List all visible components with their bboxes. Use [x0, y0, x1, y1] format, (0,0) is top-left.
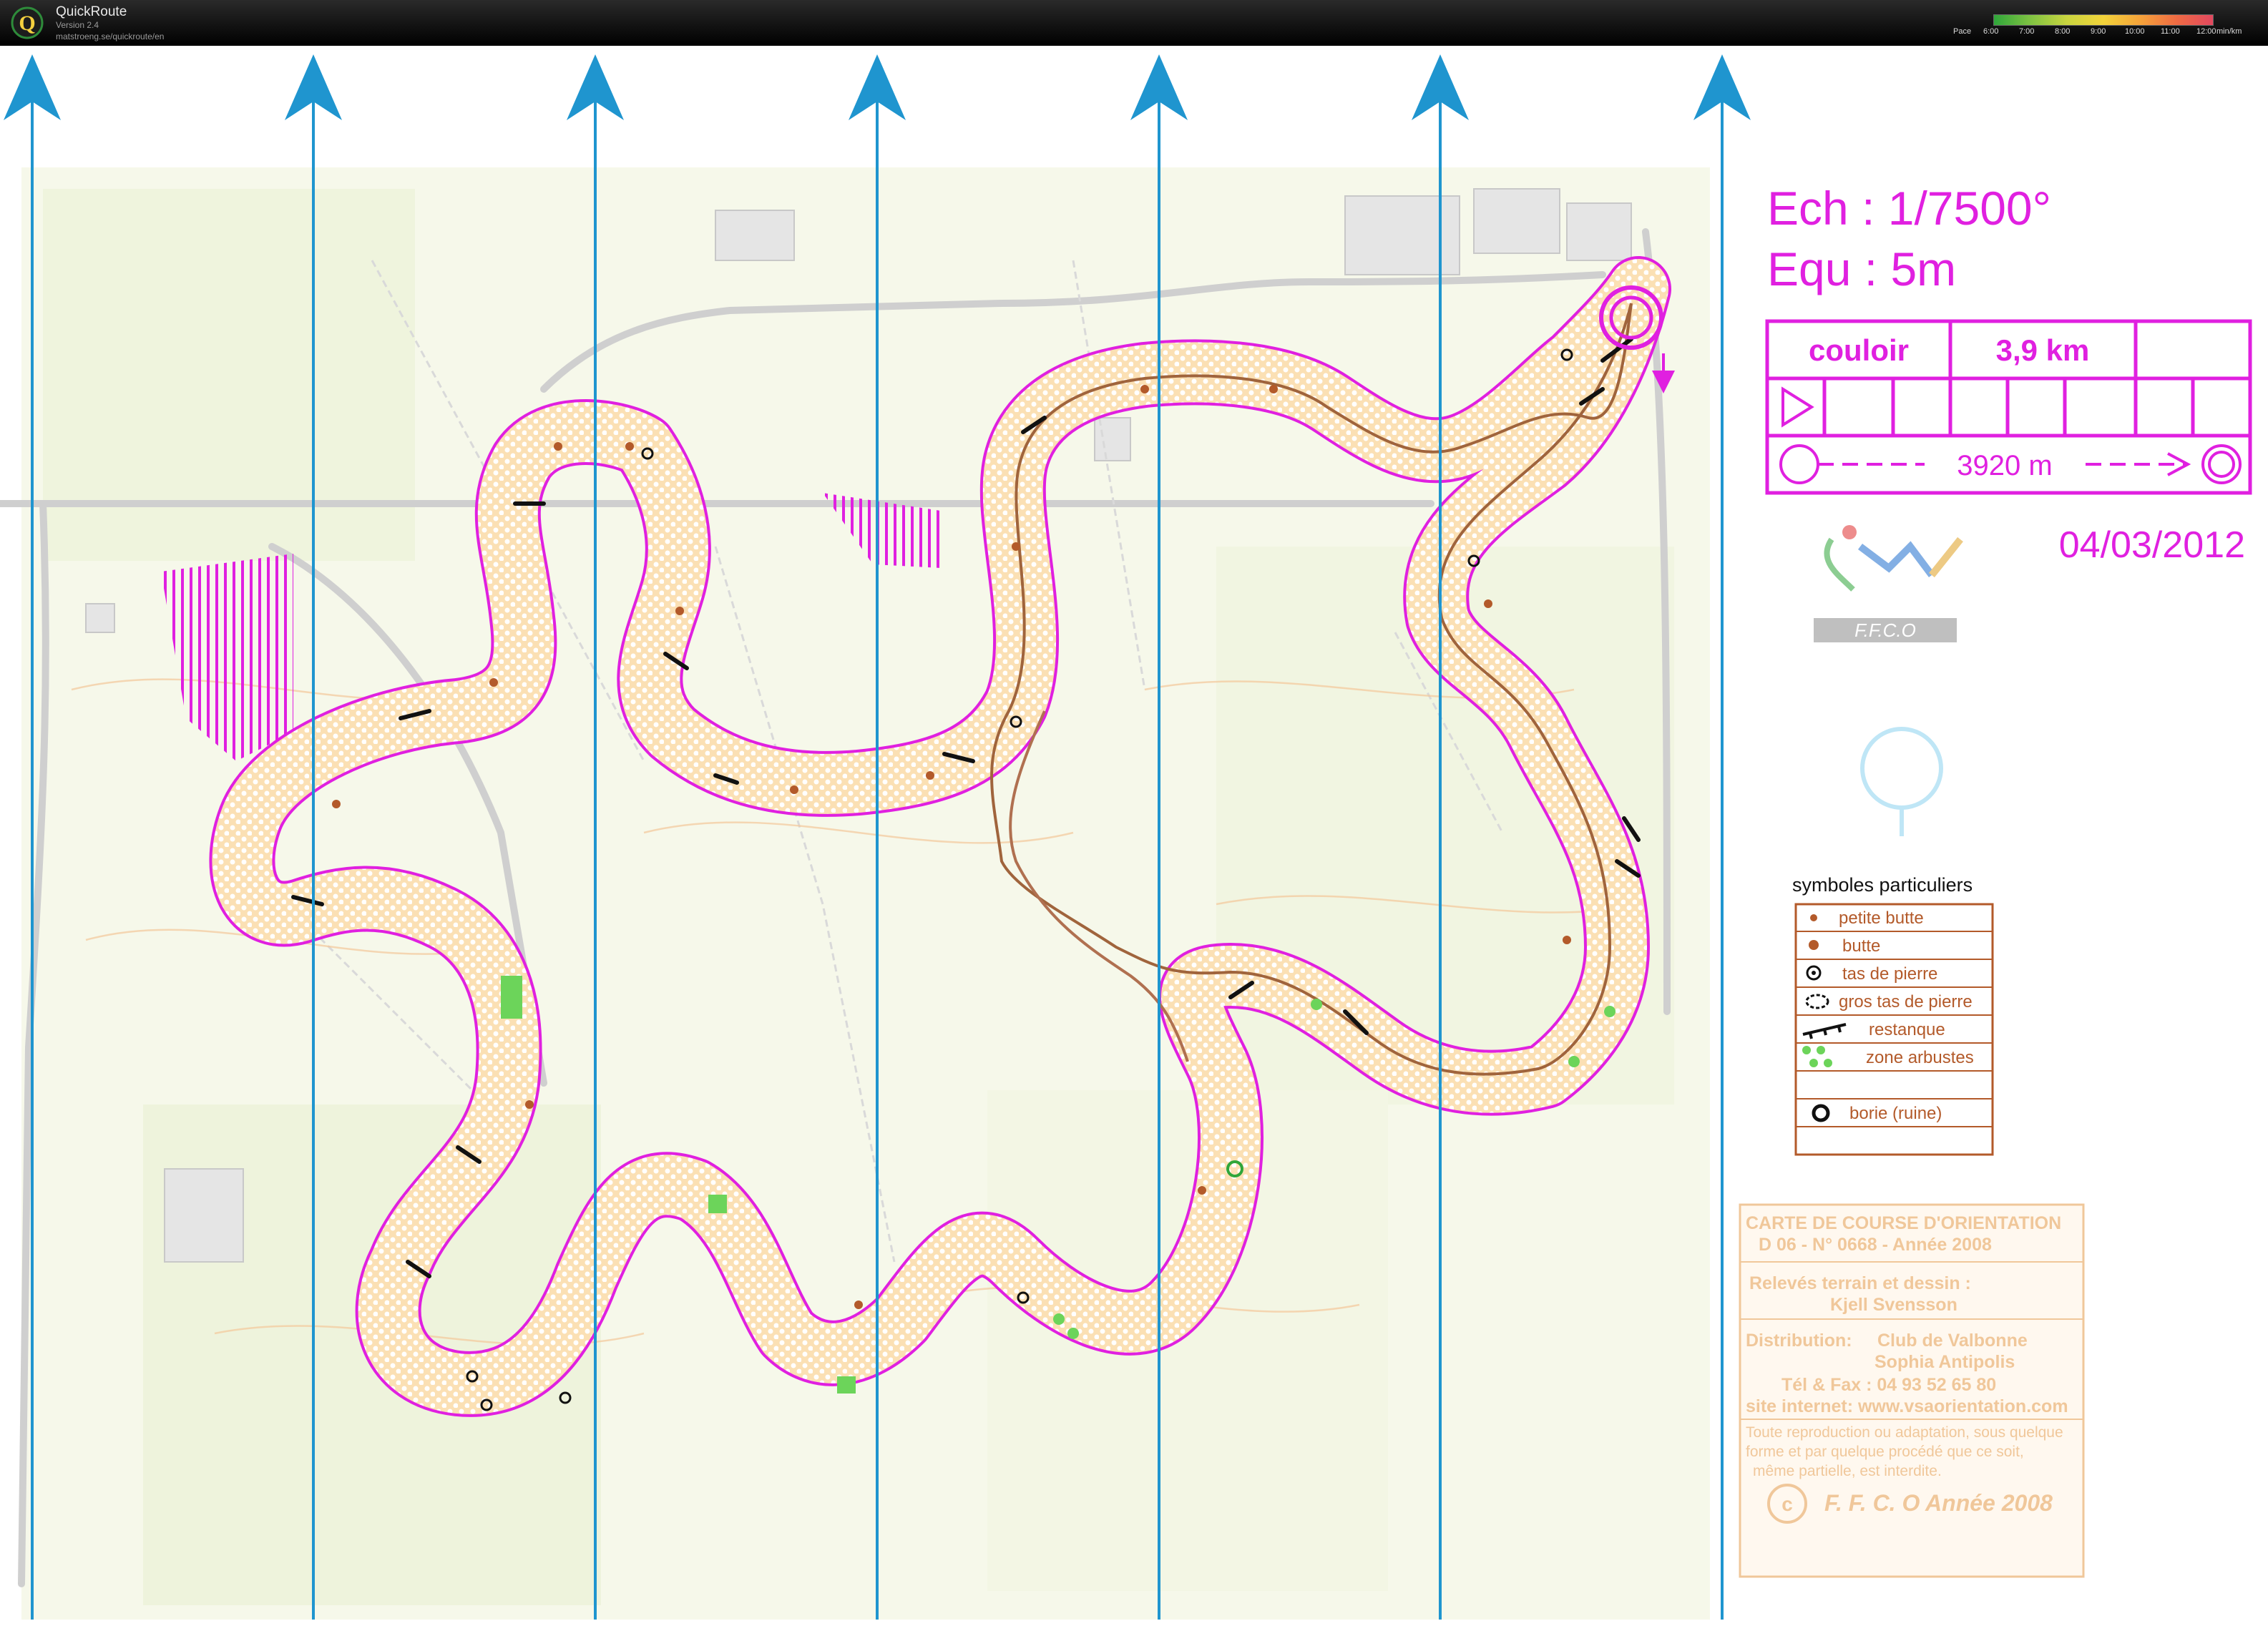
legend-item-label: butte	[1842, 936, 1880, 956]
copyright-line: Tél & Fax : 04 93 52 65 80	[1781, 1375, 1996, 1395]
copyright-line: Distribution:	[1746, 1331, 1852, 1351]
copyright-line: même partielle, est interdite.	[1753, 1463, 1942, 1479]
pace-tick: 7:00	[2019, 27, 2035, 36]
small-knoll-icon	[1810, 914, 1817, 921]
copyright-line: CARTE DE COURSE D'ORIENTATION	[1746, 1213, 2061, 1233]
ruin-icon	[1812, 1104, 1830, 1122]
app-version: Version 2.4	[56, 20, 99, 30]
pace-tick: 10:00	[2125, 27, 2145, 36]
ffco-logo: F.F.C.O	[1814, 525, 1963, 642]
app-title: QuickRoute	[56, 4, 127, 19]
app-titlebar: Q QuickRoute Version 2.4 matstroeng.se/q…	[0, 0, 2268, 46]
course-name: couloir	[1809, 333, 1909, 367]
pace-label: Pace	[1953, 27, 1972, 36]
faded-control-circle-icon	[1860, 727, 1943, 836]
course-length: 3,9 km	[1996, 333, 2090, 367]
large-stone-pile-icon	[1805, 994, 1829, 1009]
legend-item-label: borie (ruine)	[1849, 1104, 1942, 1123]
pace-unit: min/km	[2216, 27, 2242, 36]
stone-pile-dot	[1812, 971, 1816, 975]
copyright-line: Sophia Antipolis	[1874, 1352, 2015, 1372]
ffco-logo-text: F.F.C.O	[1854, 619, 1916, 641]
app-url[interactable]: matstroeng.se/quickroute/en	[56, 31, 164, 41]
copyright-line: Relevés terrain et dessin :	[1749, 1273, 1971, 1293]
pace-tick: 8:00	[2055, 27, 2071, 36]
legend-item-label: gros tas de pierre	[1839, 992, 1973, 1012]
copyright-line: D 06 - N° 0668 - Année 2008	[1759, 1235, 1992, 1255]
knoll-icon	[1809, 940, 1819, 950]
map-equidistance: Equ : 5m	[1767, 243, 1956, 295]
map-scale: Ech : 1/7500°	[1767, 182, 2051, 235]
svg-text:Q: Q	[19, 11, 35, 35]
copyright-line: Kjell Svensson	[1830, 1295, 1957, 1315]
vegetation-area	[987, 1090, 1388, 1591]
copyright-line: site internet: www.vsaorientation.com	[1746, 1396, 2068, 1416]
copyright-line: F. F. C. O Année 2008	[1824, 1490, 2053, 1516]
shrub-zone-icon	[1802, 1046, 1832, 1067]
legend-item-label: petite butte	[1839, 908, 1924, 928]
copyright-line: Club de Valbonne	[1877, 1331, 2028, 1351]
pace-tick: 12:00	[2196, 27, 2216, 36]
symbols-legend: symboles particuliers petite butte butte…	[1792, 874, 1994, 1156]
legend-item-label: tas de pierre	[1842, 964, 1937, 984]
terrace-wall-icon	[1802, 1023, 1847, 1039]
orienteering-map[interactable]: Ech : 1/7500° Equ : 5m couloir 3,9 km 39…	[0, 46, 2268, 1631]
quickroute-logo-icon: Q	[11, 6, 44, 39]
start-triangle-icon	[1781, 386, 1814, 428]
copyright-block: CARTE DE COURSE D'ORIENTATION D 06 - N° …	[1739, 1203, 2085, 1578]
pace-legend: Pace 6:00 7:00 8:00 9:00 10:00 11:00 12:…	[1953, 10, 2254, 41]
course-distance: 3920 m	[1957, 450, 2052, 481]
copyright-line: forme et par quelque procédé que ce soit…	[1746, 1444, 2024, 1460]
pace-tick: 11:00	[2161, 27, 2180, 36]
legend-item-label: zone arbustes	[1866, 1048, 1974, 1067]
course-date: 04/03/2012	[2059, 524, 2245, 566]
copyright-line: Toute reproduction ou adaptation, sous q…	[1746, 1424, 2063, 1441]
pace-color-bar	[1993, 14, 2214, 26]
copyright-symbol: c	[1781, 1493, 1793, 1515]
legend-title: symboles particuliers	[1792, 874, 1973, 896]
legend-item-label: restanque	[1869, 1020, 1945, 1039]
pace-tick: 9:00	[2091, 27, 2106, 36]
pace-tick: 6:00	[1983, 27, 1999, 36]
